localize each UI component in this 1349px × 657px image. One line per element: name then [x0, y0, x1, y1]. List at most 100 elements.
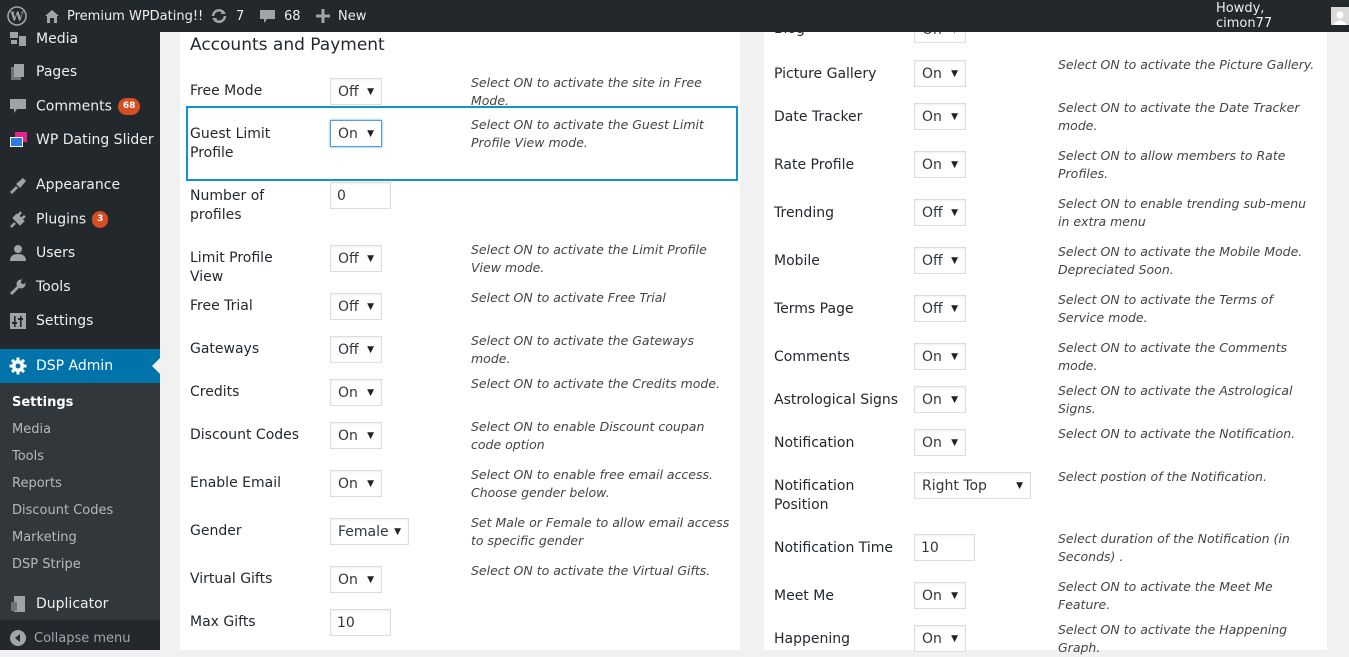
description-gateways: Select ON to activate the Gateways mode.	[471, 333, 694, 366]
free-mode-select-value: Off	[338, 83, 359, 100]
gear-icon	[9, 357, 27, 375]
sidebar-item-appearance[interactable]: Appearance	[0, 168, 160, 202]
trending-select[interactable]: Off ▼	[914, 199, 966, 226]
description-notification-position: Select postion of the Notification.	[1058, 469, 1267, 484]
howdy-text: Howdy, cimon77	[1216, 1, 1273, 31]
users-icon	[9, 244, 27, 262]
discount-codes-select[interactable]: On ▼	[330, 422, 382, 449]
avatar	[1331, 7, 1349, 25]
comment-bubble-icon	[259, 8, 276, 25]
mobile-select-value: Off	[922, 252, 943, 269]
enable-email-select[interactable]: On ▼	[330, 470, 382, 497]
my-account-link[interactable]: Howdy, cimon77	[1216, 0, 1349, 32]
collapse-icon	[9, 629, 27, 647]
rate-profile-select[interactable]: On ▼	[914, 151, 966, 178]
submenu-item-settings[interactable]: Settings	[12, 395, 73, 410]
description-trending: Select ON to enable trending sub-menu in…	[1058, 196, 1307, 229]
label-gender: Gender	[190, 523, 242, 539]
astrological-signs-select[interactable]: On ▼	[914, 386, 966, 413]
comments-select[interactable]: On ▼	[914, 343, 966, 370]
plugins-label: Plugins	[36, 211, 87, 227]
notification-time-input[interactable]: 10	[914, 534, 975, 561]
description-credits: Select ON to activate the Credits mode.	[471, 376, 721, 391]
section-title: Accounts and Payment	[190, 35, 385, 55]
admin-sidebar: Media Pages Comments 68 WP Dating Slider …	[0, 31, 160, 650]
comments-link[interactable]: 68	[259, 0, 301, 32]
gender-select[interactable]: Female ▼	[330, 518, 409, 545]
limit-profile-view-select[interactable]: Off ▼	[330, 245, 382, 272]
max-gifts-input[interactable]: 10	[330, 609, 391, 636]
description-free-mode: Select ON to activate the site in Free M…	[471, 75, 702, 108]
description-virtual-gifts: Select ON to activate the Virtual Gifts.	[471, 563, 711, 578]
notification-position-select-value: Right Top	[922, 477, 987, 494]
picture-gallery-select[interactable]: On ▼	[914, 60, 966, 87]
description-enable-email: Select ON to enable free email access. C…	[471, 467, 713, 500]
description-comments: Select ON to activate the Comments mode.	[1058, 340, 1287, 373]
label-credits: Credits	[190, 384, 240, 400]
sidebar-item-users[interactable]: Users	[0, 236, 160, 270]
terms-page-select-value: Off	[922, 300, 943, 317]
meet-me-select[interactable]: On ▼	[914, 582, 966, 609]
label-trending: Trending	[774, 205, 834, 221]
description-mobile: Select ON to activate the Mobile Mode. D…	[1058, 244, 1303, 277]
dropdown-arrow-icon: ▼	[951, 437, 958, 448]
wordpress-logo-icon[interactable]: W	[7, 0, 27, 32]
sidebar-item-comments[interactable]: Comments 68	[0, 89, 160, 123]
free-mode-select[interactable]: Off ▼	[330, 78, 382, 105]
dropdown-arrow-icon: ▼	[951, 255, 958, 266]
dropdown-arrow-icon: ▼	[951, 303, 958, 314]
submenu-item-dsp-stripe[interactable]: DSP Stripe	[12, 557, 81, 572]
plus-icon	[316, 9, 330, 23]
happening-select[interactable]: On ▼	[914, 625, 966, 652]
site-name-link[interactable]: Premium WPDating!!	[44, 0, 203, 32]
comments-icon	[9, 97, 27, 115]
credits-select[interactable]: On ▼	[330, 379, 382, 406]
date-tracker-select[interactable]: On ▼	[914, 103, 966, 130]
virtual-gifts-select[interactable]: On ▼	[330, 566, 382, 593]
dropdown-arrow-icon: ▼	[367, 574, 374, 585]
free-trial-select[interactable]: Off ▼	[330, 293, 382, 320]
rate-profile-select-value: On	[922, 156, 942, 173]
sidebar-item-wp-dating-slider[interactable]: WP Dating Slider	[0, 123, 160, 157]
description-date-tracker: Select ON to activate the Date Tracker m…	[1058, 100, 1300, 133]
label-limit-profile-view: Limit Profile View	[190, 250, 273, 285]
comments-count: 68	[284, 8, 301, 24]
sidebar-item-tools[interactable]: Tools	[0, 270, 160, 304]
label-discount-codes: Discount Codes	[190, 427, 300, 443]
trending-select-value: Off	[922, 204, 943, 221]
updates-link[interactable]: 7	[210, 0, 244, 32]
label-date-tracker: Date Tracker	[774, 109, 863, 125]
submenu-item-marketing[interactable]: Marketing	[12, 530, 77, 545]
dropdown-arrow-icon: ▼	[951, 111, 958, 122]
description-discount-codes: Select ON to enable Discount coupan code…	[471, 419, 705, 452]
terms-page-select[interactable]: Off ▼	[914, 295, 966, 322]
label-free-trial: Free Trial	[190, 298, 253, 314]
label-picture-gallery: Picture Gallery	[774, 66, 877, 82]
dropdown-arrow-icon: ▼	[951, 159, 958, 170]
dropdown-arrow-icon: ▼	[367, 301, 374, 312]
description-astrological-signs: Select ON to activate the Astrological S…	[1058, 383, 1293, 416]
notification-select[interactable]: On ▼	[914, 429, 966, 456]
new-content-link[interactable]: New	[316, 0, 366, 32]
plugins-icon	[9, 210, 27, 228]
duplicator-icon	[9, 595, 27, 613]
sidebar-item-plugins[interactable]: Plugins 3	[0, 202, 160, 236]
submenu-item-reports[interactable]: Reports	[12, 476, 62, 491]
number-of-profiles-input[interactable]: 0	[330, 182, 391, 209]
mobile-select[interactable]: Off ▼	[914, 247, 966, 274]
sidebar-item-settings[interactable]: Settings	[0, 304, 160, 338]
plugins-badge: 3	[92, 210, 109, 228]
submenu-item-discount-codes[interactable]: Discount Codes	[12, 503, 113, 518]
sidebar-item-dsp-admin[interactable]: DSP Admin	[0, 349, 160, 383]
description-rate-profile: Select ON to allow members to Rate Profi…	[1058, 148, 1286, 181]
notification-position-select[interactable]: Right Top ▼	[914, 472, 1031, 499]
dropdown-arrow-icon: ▼	[951, 351, 958, 362]
sidebar-item-duplicator[interactable]: Duplicator	[0, 587, 160, 621]
label-notification: Notification	[774, 435, 855, 451]
appearance-icon	[9, 176, 27, 194]
submenu-item-tools[interactable]: Tools	[12, 449, 44, 464]
date-tracker-select-value: On	[922, 108, 942, 125]
submenu-item-media[interactable]: Media	[12, 422, 51, 437]
gateways-select[interactable]: Off ▼	[330, 336, 382, 363]
sidebar-item-pages[interactable]: Pages	[0, 55, 160, 89]
